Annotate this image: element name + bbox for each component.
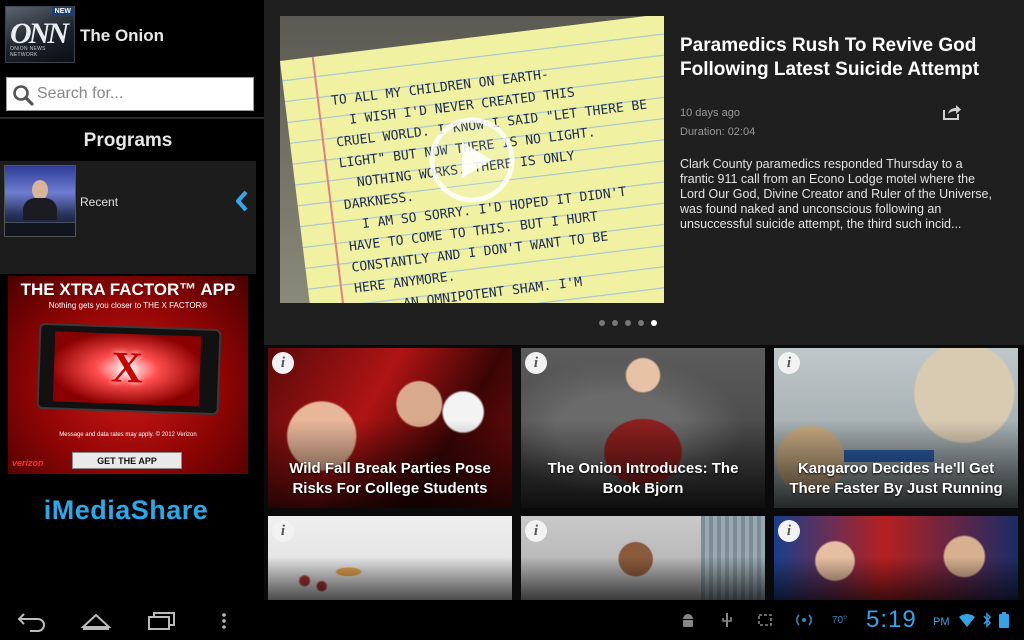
video-title: Wild Fall Break Parties Pose Risks For C… (289, 460, 491, 497)
video-tile[interactable]: i (774, 516, 1018, 600)
menu-icon[interactable] (214, 610, 234, 632)
info-icon[interactable]: i (778, 520, 800, 542)
logo-subtext: ONION NEWS NETWORK (10, 46, 46, 58)
video-tile[interactable]: i Kangaroo Decides He'll Get There Faste… (774, 348, 1018, 508)
programs-heading: Programs (83, 130, 173, 151)
pager-dot[interactable] (638, 320, 644, 326)
info-icon[interactable]: i (272, 520, 294, 542)
featured-video: TO ALL MY CHILDREN ON EARTH- I WISH I'D … (264, 0, 1024, 345)
usb-icon[interactable] (719, 612, 735, 628)
home-icon[interactable] (80, 610, 112, 632)
featured-date: 10 days ago (680, 107, 740, 119)
video-tile[interactable]: i (521, 516, 765, 600)
play-icon[interactable] (428, 116, 516, 204)
wifi-icon[interactable] (958, 612, 976, 628)
android-debug-icon[interactable] (680, 612, 696, 628)
info-icon[interactable]: i (525, 520, 547, 542)
bluetooth-icon[interactable] (982, 612, 992, 628)
pager-dot-active[interactable] (651, 320, 657, 326)
search-icon (13, 85, 34, 106)
program-item-recent[interactable]: Recent (0, 161, 256, 274)
ad-banner[interactable]: THE XTRA FACTOR™ APP Nothing gets you cl… (8, 276, 248, 474)
system-bar: 70° 5:19 PM (0, 600, 1024, 640)
app-logo[interactable]: NEW ONN ONION NEWS NETWORK (5, 6, 75, 63)
new-badge: NEW (51, 7, 74, 16)
video-tile[interactable]: i Wild Fall Break Parties Pose Risks For… (268, 348, 512, 508)
featured-thumbnail[interactable]: TO ALL MY CHILDREN ON EARTH- I WISH I'D … (280, 16, 664, 303)
get-the-app-button[interactable]: GET THE APP (72, 452, 182, 469)
video-tile[interactable]: i The Onion Introduces: The Book Bjorn (521, 348, 765, 508)
info-icon[interactable]: i (778, 352, 800, 374)
ad-title: THE XTRA FACTOR™ APP (20, 280, 236, 299)
sidebar: NEW ONN ONION NEWS NETWORK The Onion Pro… (0, 0, 264, 600)
ad-disclaimer: Message and data rates may apply. © 2012… (59, 432, 197, 438)
temperature: 70° (832, 615, 848, 626)
clock-time[interactable]: 5:19 (866, 606, 917, 634)
divider (0, 117, 264, 119)
video-tile[interactable]: i (268, 516, 512, 600)
battery-icon[interactable] (998, 612, 1010, 628)
featured-duration: Duration: 02:04 (680, 126, 756, 138)
featured-title[interactable]: Paramedics Rush To Revive God Following … (680, 34, 1000, 82)
info-icon[interactable]: i (525, 352, 547, 374)
app-title: The Onion (80, 26, 165, 45)
video-title: Kangaroo Decides He'll Get There Faster … (789, 460, 1003, 497)
search-box[interactable] (6, 77, 254, 111)
video-title: The Onion Introduces: The Book Bjorn (547, 460, 739, 497)
info-icon[interactable]: i (272, 352, 294, 374)
program-thumbnail (4, 165, 76, 237)
share-icon[interactable] (942, 103, 962, 121)
chevron-left-icon[interactable] (234, 189, 250, 213)
carousel-pager[interactable] (599, 320, 657, 326)
search-input[interactable] (37, 78, 251, 110)
featured-description: Clark County paramedics responded Thursd… (680, 157, 992, 231)
recent-apps-icon[interactable] (146, 610, 178, 632)
back-icon[interactable] (16, 610, 48, 632)
screenshot-icon[interactable] (757, 612, 773, 628)
clock-ampm: PM (933, 616, 950, 628)
imediashare-logo: iMediaShare (43, 495, 209, 525)
program-label: Recent (80, 195, 119, 209)
pager-dot[interactable] (625, 320, 631, 326)
video-grid: i Wild Fall Break Parties Pose Risks For… (264, 345, 1024, 600)
ad-subtitle: Nothing gets you closer to THE X FACTOR® (48, 301, 208, 310)
pager-dot[interactable] (612, 320, 618, 326)
app-header: NEW ONN ONION NEWS NETWORK The Onion (0, 0, 264, 72)
pager-dot[interactable] (599, 320, 605, 326)
verizon-logo: verizon (12, 458, 44, 468)
phone-image: X (36, 322, 222, 416)
hotspot-icon[interactable] (794, 612, 814, 628)
